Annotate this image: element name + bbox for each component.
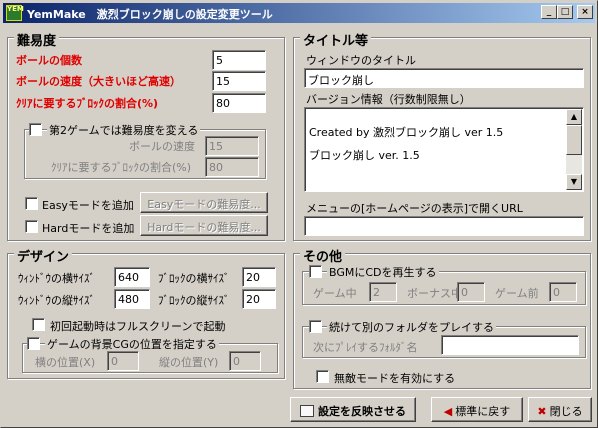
bgm-bonus-input[interactable]: 0	[457, 282, 485, 302]
apply-button-label: 設定を反映させる	[318, 405, 406, 418]
version-textarea[interactable]: Created by 激烈ブロック崩し ver 1.5 ブロック崩し ver. …	[304, 107, 584, 192]
ball-speed-label: ボールの速度（大きいほど高速）	[16, 75, 181, 88]
bgm-game-label: ゲーム中	[313, 287, 357, 300]
folder-subgroup: 続けて別のフォルダをプレイする 次にﾌﾟﾚｲするﾌｫﾙﾀﾞ名	[302, 319, 586, 358]
clear-ratio-label: ｸﾘｱに要するﾌﾞﾛｯｸの割合(%)	[16, 97, 159, 110]
window-title-input[interactable]: ブロック崩し	[304, 68, 584, 88]
next-folder-label: 次にﾌﾟﾚｲするﾌｫﾙﾀﾞ名	[313, 341, 418, 354]
block-width-label: ﾌﾞﾛｯｸの横ｻｲｽﾞ	[158, 272, 230, 285]
url-input[interactable]	[304, 216, 584, 236]
hard-mode-label: Hardモードを追加	[42, 222, 135, 235]
invincible-checkbox[interactable]	[316, 370, 329, 383]
bg-x-label: 横の位置(X)	[35, 356, 96, 369]
bgm-bonus-label: ボーナス中	[407, 287, 462, 300]
design-group-title: デザイン	[14, 246, 73, 265]
difficulty-group-title: 難易度	[14, 30, 60, 49]
scroll-up-icon[interactable]: ▲	[566, 109, 582, 125]
save-icon	[300, 405, 314, 417]
fullscreen-label: 初回起動時はフルスクリーンで起動	[50, 320, 226, 333]
url-label: メニューの[ホームページの表示]で開くURL	[306, 202, 523, 215]
close-button-label: 閉じる	[549, 405, 583, 418]
close-x-icon: ✖	[537, 405, 547, 418]
bgm-label: BGMにCDを再生する	[327, 264, 439, 280]
game2-subgroup: 第2ゲームでは難易度を変える ボールの速度 15 ｸﾘｱに要するﾌﾞﾛｯｸの割合…	[24, 122, 266, 179]
folder-checkbox[interactable]	[309, 320, 322, 333]
window-width-input[interactable]: 640	[114, 267, 150, 287]
game2-ratio-input[interactable]: 80	[205, 157, 259, 177]
window-title-label: ウィンドウのタイトル	[306, 54, 416, 67]
window-width-label: ｳｨﾝﾄﾞｳの横ｻｲｽﾞ	[18, 272, 95, 285]
design-group: デザイン ｳｨﾝﾄﾞｳの横ｻｲｽﾞ 640 ﾌﾞﾛｯｸの横ｻｲｽﾞ 20 ｳｨﾝ…	[7, 246, 285, 379]
difficulty-group: 難易度 ボールの個数 5 ボールの速度（大きいほど高速） 15 ｸﾘｱに要するﾌ…	[7, 30, 285, 241]
other-group: その他 BGMにCDを再生する ゲーム中 2 ボーナス中 0 ゲーム前 0 続け…	[293, 246, 591, 389]
bg-position-label: ゲームの背景CGの位置を指定する	[45, 336, 219, 352]
bgm-checkbox[interactable]	[309, 265, 322, 278]
game2-speed-label: ボールの速度	[129, 140, 195, 153]
reset-button[interactable]: ◀ 標準に戻す	[431, 397, 523, 422]
apply-button[interactable]: 設定を反映させる	[290, 397, 416, 422]
bg-x-input[interactable]: 0	[107, 351, 139, 371]
version-line-1: Created by 激烈ブロック崩し ver 1.5	[309, 126, 504, 139]
game2-speed-input[interactable]: 15	[205, 136, 259, 156]
main-window: YEM YemMake 激烈ブロック崩しの設定変更ツール _ □ × 難易度 ボ…	[0, 0, 598, 428]
block-height-label: ﾌﾞﾛｯｸの縦ｻｲｽﾞ	[158, 294, 230, 307]
ball-count-label: ボールの個数	[16, 54, 82, 67]
hard-difficulty-button[interactable]: Hardモードの難易度...	[140, 215, 268, 236]
bg-y-input[interactable]: 0	[229, 351, 261, 371]
bgm-pregame-label: ゲーム前	[495, 287, 539, 300]
fullscreen-checkbox[interactable]	[32, 318, 45, 331]
ball-speed-input[interactable]: 15	[212, 71, 266, 91]
clear-ratio-input[interactable]: 80	[212, 93, 266, 113]
window-height-input[interactable]: 480	[114, 289, 150, 309]
window-height-label: ｳｨﾝﾄﾞｳの縦ｻｲｽﾞ	[18, 294, 95, 307]
titles-group: タイトル等 ウィンドウのタイトル ブロック崩し バージョン情報（行数制限無し） …	[293, 30, 591, 241]
back-arrow-icon: ◀	[443, 405, 453, 418]
bgm-pregame-input[interactable]: 0	[549, 282, 577, 302]
hard-mode-checkbox[interactable]	[25, 220, 38, 233]
window-title: YemMake 激烈ブロック崩しの設定変更ツール	[27, 8, 273, 21]
reset-button-label: 標準に戻す	[455, 405, 511, 418]
easy-mode-checkbox[interactable]	[25, 197, 38, 210]
folder-label: 続けて別のフォルダをプレイする	[327, 319, 496, 335]
close-window-button[interactable]: ×	[577, 5, 593, 19]
close-button[interactable]: ✖ 閉じる	[528, 397, 592, 422]
other-group-title: その他	[300, 246, 346, 265]
scroll-down-icon[interactable]: ▼	[566, 174, 582, 190]
maximize-button[interactable]: □	[557, 5, 573, 19]
block-height-input[interactable]: 20	[242, 289, 276, 309]
game2-ratio-label: ｸﾘｱに要するﾌﾞﾛｯｸの割合(%)	[51, 161, 192, 174]
bgm-game-input[interactable]: 2	[369, 282, 397, 302]
ball-count-input[interactable]: 5	[212, 50, 266, 70]
minimize-button[interactable]: _	[541, 5, 557, 19]
titles-group-title: タイトル等	[300, 30, 372, 49]
easy-difficulty-button[interactable]: Easyモードの難易度...	[140, 192, 268, 213]
bg-y-label: 縦の位置(Y)	[159, 356, 219, 369]
block-width-input[interactable]: 20	[242, 267, 276, 287]
version-scrollbar[interactable]: ▲ ▼	[566, 109, 582, 190]
scroll-thumb[interactable]	[566, 125, 582, 155]
app-icon: YEM	[6, 5, 24, 21]
game2-checkbox-label: 第2ゲームでは難易度を変える	[47, 122, 201, 138]
game2-checkbox[interactable]	[29, 123, 42, 136]
version-label: バージョン情報（行数制限無し）	[306, 93, 471, 106]
version-line-2: ブロック崩し ver. 1.5	[309, 149, 420, 162]
bg-position-checkbox[interactable]	[27, 337, 40, 350]
invincible-label: 無敵モードを有効にする	[334, 372, 456, 385]
bg-position-subgroup: ゲームの背景CGの位置を指定する 横の位置(X) 0 縦の位置(Y) 0	[22, 336, 278, 373]
title-bar[interactable]: YEM YemMake 激烈ブロック崩しの設定変更ツール _ □ ×	[3, 3, 595, 23]
bgm-subgroup: BGMにCDを再生する ゲーム中 2 ボーナス中 0 ゲーム前 0	[302, 264, 586, 305]
easy-mode-label: Easyモードを追加	[42, 199, 134, 212]
next-folder-input[interactable]	[441, 335, 579, 355]
